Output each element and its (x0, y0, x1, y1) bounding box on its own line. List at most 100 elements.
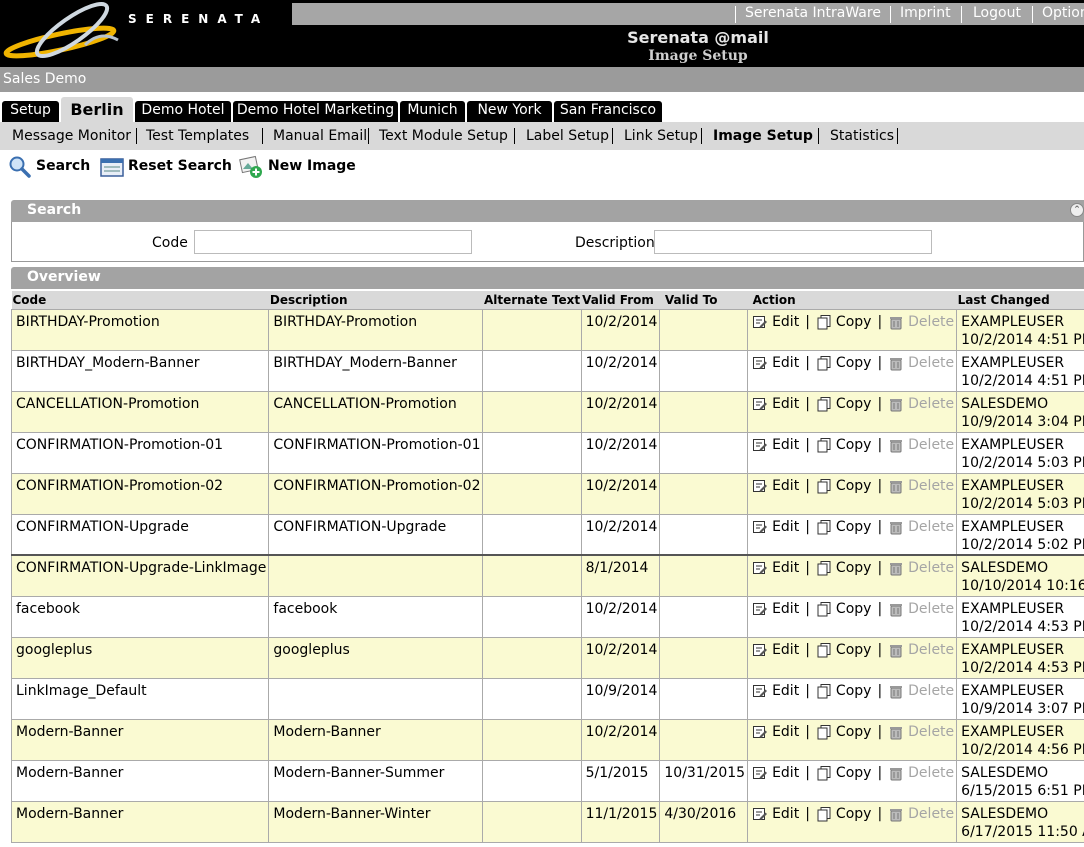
copy-link[interactable]: Copy (816, 764, 871, 782)
copy-link[interactable]: Copy (816, 436, 871, 454)
edit-link[interactable]: Edit (752, 805, 799, 823)
changed-at: 10/10/2014 10:16 AM (961, 578, 1084, 594)
cell-last-changed: EXAMPLEUSER 10/2/2014 4:53 PM (956, 636, 1084, 679)
edit-link[interactable]: Edit (752, 518, 799, 536)
top-link-logout[interactable]: Logout (973, 5, 1021, 21)
action-separator: | (877, 682, 883, 699)
action-separator: | (877, 395, 883, 412)
changed-by: SALESDEMO (961, 764, 1049, 781)
reset-form-icon[interactable] (100, 155, 124, 179)
delete-label: Delete (908, 477, 955, 494)
serenata-logo[interactable]: SERENATA (0, 0, 292, 67)
copy-link[interactable]: Copy (816, 600, 871, 618)
code-input[interactable] (194, 230, 472, 254)
logo-text: SERENATA (128, 12, 270, 26)
action-separator: | (805, 395, 810, 412)
subnav-manual-email[interactable]: Manual Email (273, 128, 367, 144)
edit-link[interactable]: Edit (752, 313, 799, 331)
edit-link[interactable]: Edit (752, 600, 799, 618)
edit-link[interactable]: Edit (752, 682, 799, 700)
edit-label: Edit (772, 641, 800, 658)
column-header-alternate-text[interactable]: Alternate Text (482, 291, 582, 309)
copy-link[interactable]: Copy (816, 477, 871, 495)
magnifier-icon[interactable] (8, 155, 32, 179)
subnav-separator (368, 128, 369, 144)
cell-valid-to (659, 595, 749, 638)
copy-link[interactable]: Copy (816, 559, 871, 577)
cell-code: Modern-Banner (10, 800, 270, 843)
copy-icon (817, 396, 831, 411)
edit-link[interactable]: Edit (752, 436, 799, 454)
subnav-text-module-setup[interactable]: Text Module Setup (379, 128, 508, 144)
action-separator: | (805, 518, 810, 535)
subnav-image-setup[interactable]: Image Setup (713, 128, 813, 144)
delete-label: Delete (908, 682, 955, 699)
copy-icon (817, 724, 831, 739)
copy-link[interactable]: Copy (816, 518, 871, 536)
cell-valid-from: 10/9/2014 (580, 677, 661, 720)
top-link-intraware[interactable]: Serenata IntraWare (745, 5, 881, 21)
edit-link[interactable]: Edit (752, 764, 799, 782)
edit-label: Edit (772, 436, 800, 453)
reset-search-button[interactable]: Reset Search (128, 158, 232, 174)
trash-icon (890, 563, 903, 576)
table-row: CONFIRMATION-Promotion-01 CONFIRMATION-Pr… (10, 431, 1084, 474)
new-image-icon[interactable] (239, 155, 263, 179)
column-header-valid-to[interactable]: Valid To (659, 291, 748, 309)
tab-demo-hotel-marketing[interactable]: Demo Hotel Marketing (233, 101, 398, 122)
edit-link[interactable]: Edit (752, 641, 799, 659)
subnav-label-setup[interactable]: Label Setup (526, 128, 609, 144)
action-separator: | (877, 723, 883, 740)
cell-valid-from: 5/1/2015 (580, 759, 661, 802)
column-header-last-changed[interactable]: Last Changed (956, 291, 1084, 309)
copy-link[interactable]: Copy (816, 723, 871, 741)
cell-actions: Edit | Copy | Delete (747, 390, 958, 433)
edit-link[interactable]: Edit (752, 354, 799, 372)
action-separator: | (805, 354, 810, 371)
cell-code: facebook (10, 595, 270, 638)
edit-link[interactable]: Edit (752, 723, 799, 741)
collapse-icon[interactable]: ⌃ (1070, 203, 1084, 217)
changed-at: 6/17/2015 11:50 AM (961, 823, 1084, 840)
top-link-options[interactable]: Option (1042, 5, 1084, 21)
copy-link[interactable]: Copy (816, 641, 871, 659)
tab-munich[interactable]: Munich (400, 101, 465, 122)
column-header-valid-from[interactable]: Valid From (581, 291, 660, 309)
tab-berlin[interactable]: Berlin (61, 97, 133, 122)
copy-link[interactable]: Copy (816, 354, 871, 372)
tab-new-york[interactable]: New York (467, 101, 552, 122)
search-button[interactable]: Search (36, 158, 90, 174)
cell-description (268, 677, 484, 720)
copy-link[interactable]: Copy (816, 682, 871, 700)
column-header-action: Action (747, 291, 957, 309)
edit-link[interactable]: Edit (752, 559, 799, 577)
cell-valid-to: 10/31/2015 (659, 759, 749, 802)
subnav-separator (136, 128, 137, 144)
top-link-separator (961, 6, 962, 23)
copy-link[interactable]: Copy (816, 805, 871, 823)
subnav-test-templates[interactable]: Test Templates (146, 128, 249, 144)
subnav-link-setup[interactable]: Link Setup (624, 128, 698, 144)
description-input[interactable] (654, 230, 932, 254)
copy-icon (817, 437, 831, 452)
edit-link[interactable]: Edit (752, 477, 799, 495)
cell-last-changed: SALESDEMO 10/10/2014 10:16 AM (956, 554, 1084, 597)
copy-link[interactable]: Copy (816, 313, 871, 331)
tab-demo-hotel[interactable]: Demo Hotel (135, 101, 231, 122)
tab-san-francisco[interactable]: San Francisco (554, 101, 662, 122)
subnav-message-monitor[interactable]: Message Monitor (12, 128, 131, 144)
top-link-imprint[interactable]: Imprint (900, 5, 951, 21)
edit-link[interactable]: Edit (752, 395, 799, 413)
edit-label: Edit (772, 477, 800, 494)
cell-description: Modern-Banner (268, 718, 484, 761)
column-header-description[interactable]: Description (268, 291, 483, 309)
changed-at: 10/9/2014 3:07 PM (961, 700, 1084, 717)
new-image-button[interactable]: New Image (268, 158, 356, 174)
subnav-separator (514, 128, 515, 144)
subnav-statistics[interactable]: Statistics (830, 128, 894, 144)
copy-link[interactable]: Copy (816, 395, 871, 413)
edit-label: Edit (772, 600, 800, 617)
column-header-code[interactable]: Code (11, 291, 269, 309)
edit-icon (753, 807, 768, 820)
tab-setup[interactable]: Setup (2, 101, 59, 122)
